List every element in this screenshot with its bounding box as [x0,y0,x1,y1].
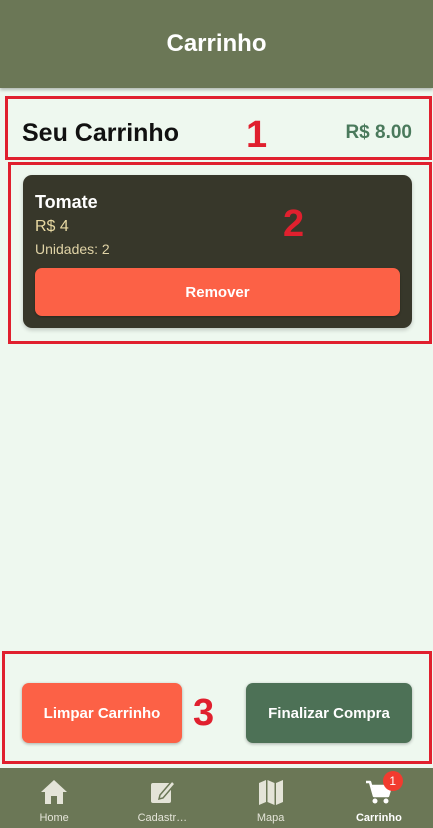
tab-register-label: Cadastr… [137,812,188,824]
tab-home-label: Home [39,812,69,824]
map-icon [258,780,283,805]
annotation-box-1 [5,96,432,160]
edit-icon [151,779,177,803]
page-title: Carrinho [166,30,267,57]
app-header: Carrinho [0,0,433,88]
tab-home[interactable]: Home [0,768,108,828]
tab-register[interactable]: Cadastr… [108,768,216,828]
annotation-label-3: 3 [193,692,215,734]
bottom-tab-bar: Home Cadastr… Mapa 1 Carrinho [0,768,433,828]
tab-cart[interactable]: 1 Carrinho [325,768,433,828]
annotation-box-2 [8,162,432,344]
tab-map-label: Mapa [256,812,285,824]
annotation-label-1: 1 [246,114,268,156]
tab-map[interactable]: Mapa [217,768,325,828]
annotation-box-3 [2,651,432,764]
cart-badge: 1 [382,771,403,791]
annotation-label-2: 2 [283,203,305,245]
tab-cart-label: Carrinho [355,812,402,824]
home-icon [41,780,68,804]
